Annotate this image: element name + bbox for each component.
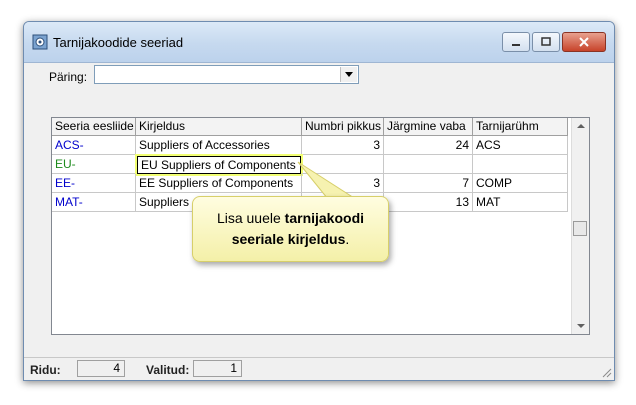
cell-next-free[interactable]: 13	[384, 193, 473, 212]
rows-count: 4	[77, 360, 125, 377]
rows-label: Ridu:	[30, 363, 61, 377]
cell-supplier-group[interactable]	[473, 155, 568, 174]
maximize-button[interactable]	[532, 32, 560, 52]
column-header-next-free[interactable]: Järgmine vaba	[384, 118, 473, 136]
callout-text-bold: tarnijakoodi	[284, 210, 365, 226]
vertical-scrollbar[interactable]	[571, 118, 589, 334]
title-bar: Tarnijakoodide seeriad	[24, 22, 614, 63]
column-header-description[interactable]: Kirjeldus	[136, 118, 302, 136]
cell-supplier-group[interactable]: COMP	[473, 174, 568, 193]
selected-label: Valitud:	[146, 363, 190, 377]
status-bar: Ridu: 4 Valitud: 1	[24, 357, 614, 380]
callout-text-bold-2: seeriale kirjeldus	[231, 231, 346, 247]
cell-prefix[interactable]: ACS-	[52, 136, 136, 155]
scroll-thumb[interactable]	[573, 221, 587, 236]
maximize-icon	[541, 37, 551, 46]
cell-description[interactable]: Suppliers of Accessories	[136, 136, 302, 155]
cell-description[interactable]: EE Suppliers of Components	[136, 174, 302, 193]
scroll-up-icon[interactable]	[572, 118, 589, 135]
cell-supplier-group[interactable]: MAT	[473, 193, 568, 212]
minimize-button[interactable]	[502, 32, 530, 52]
column-header-prefix[interactable]: Seeria eesliide	[52, 118, 136, 136]
close-icon	[579, 37, 589, 47]
cell-prefix-new[interactable]: EU-	[52, 155, 136, 174]
resize-grip-icon[interactable]	[600, 366, 612, 378]
selected-count: 1	[193, 360, 242, 377]
cell-number-length[interactable]: 3	[302, 136, 384, 155]
scroll-down-icon[interactable]	[572, 317, 589, 334]
query-dropdown[interactable]	[94, 65, 359, 84]
instruction-callout: Lisa uuele tarnijakoodi seeriale kirjeld…	[192, 196, 389, 262]
minimize-icon	[512, 44, 520, 46]
dropdown-arrow-icon[interactable]	[340, 67, 357, 82]
cell-supplier-group[interactable]: ACS	[473, 136, 568, 155]
callout-text-end: .	[345, 231, 350, 247]
callout-text-plain: Lisa uuele	[216, 210, 285, 226]
column-header-supplier-group[interactable]: Tarnijarühm	[473, 118, 568, 136]
cell-next-free[interactable]: 7	[384, 174, 473, 193]
window-controls	[500, 32, 606, 52]
cell-next-free[interactable]: 24	[384, 136, 473, 155]
window-title: Tarnijakoodide seeriad	[53, 35, 184, 50]
cell-next-free[interactable]	[384, 155, 473, 174]
app-icon	[32, 34, 48, 50]
cell-prefix[interactable]: MAT-	[52, 193, 136, 212]
query-label: Päring:	[49, 70, 88, 84]
column-header-number-length[interactable]: Numbri pikkus	[302, 118, 384, 136]
cell-prefix[interactable]: EE-	[52, 174, 136, 193]
close-button[interactable]	[562, 32, 606, 52]
description-edit-field[interactable]: EU Suppliers of Components	[135, 154, 303, 176]
